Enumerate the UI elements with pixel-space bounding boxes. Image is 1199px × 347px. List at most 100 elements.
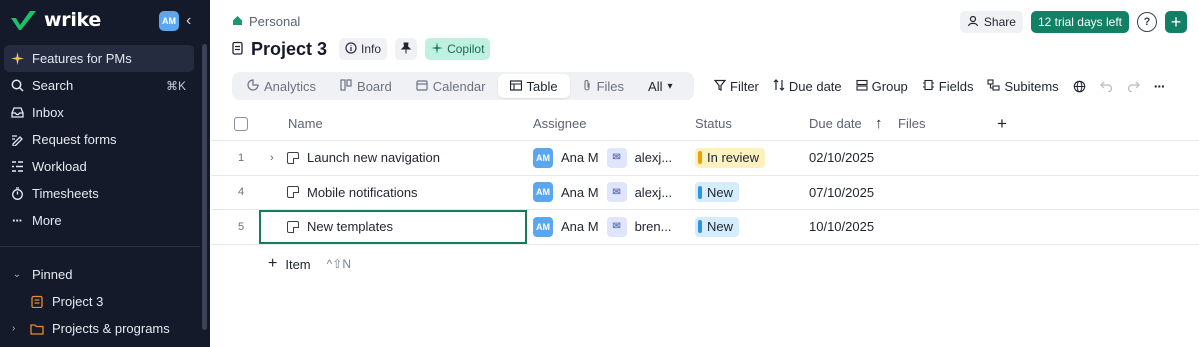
due-date-cell[interactable]: 02/10/2025 (809, 141, 909, 175)
create-new-button[interactable]: + (1165, 11, 1187, 33)
pinned-item-project-3[interactable]: Project 3 (4, 288, 194, 315)
pinned-label: Pinned (32, 267, 73, 282)
breadcrumb[interactable]: Personal (232, 14, 300, 29)
pin-button[interactable] (395, 38, 418, 60)
sidebar: wrike AM ‹ Features for PMs Search ⌘K In… (0, 0, 210, 347)
wrike-logo[interactable]: wrike (10, 9, 101, 31)
assignee-email: alexj... (634, 150, 673, 166)
tab-calendar[interactable]: Calendar (404, 74, 498, 98)
tab-table[interactable]: Table (497, 74, 570, 98)
plus-icon: + (268, 255, 278, 272)
column-header-assignee[interactable]: Assignee (533, 107, 586, 140)
breadcrumb-label: Personal (249, 14, 301, 29)
sparkle-icon (10, 52, 24, 66)
add-column-button[interactable]: + (997, 107, 1007, 140)
sidebar-item-inbox[interactable]: Inbox (4, 99, 194, 126)
status-badge[interactable]: In review (695, 147, 766, 168)
assignee-cell[interactable]: AM Ana M ✉ alexj... (533, 176, 693, 210)
logo-text: wrike (44, 9, 101, 31)
task-name-cell[interactable]: › Launch new navigation (270, 141, 527, 175)
due-date-cell[interactable]: 07/10/2025 (809, 176, 909, 210)
status-badge[interactable]: New (695, 182, 740, 203)
mail-icon: ✉ (606, 216, 627, 237)
redo-icon[interactable] (1127, 81, 1140, 92)
sidebar-scrollbar[interactable] (202, 44, 207, 330)
fields-button[interactable]: Fields (922, 79, 973, 94)
select-all-checkbox[interactable] (234, 116, 248, 131)
table-row[interactable]: 1 › Launch new navigation AM Ana M ✉ ale… (211, 141, 1199, 176)
group-icon (856, 79, 868, 94)
sidebar-item-label: Request forms (32, 132, 117, 147)
assignee-cell[interactable]: AM Ana M ✉ alexj... (533, 141, 693, 175)
group-button[interactable]: Group (856, 79, 908, 94)
tab-all-dropdown[interactable]: All ▾ (636, 74, 684, 98)
assignee-name: Ana M (561, 184, 599, 200)
tab-files[interactable]: Files (570, 74, 636, 98)
column-header-name[interactable]: Name (288, 107, 323, 140)
sidebar-divider (0, 246, 200, 247)
filter-button[interactable]: Filter (713, 79, 759, 94)
sidebar-item-timesheets[interactable]: Timesheets (4, 180, 194, 207)
page-title[interactable]: Project 3 (251, 39, 327, 60)
more-options-icon[interactable]: ··· (1154, 78, 1166, 94)
add-item-button[interactable]: + Item ^⇧N (268, 255, 351, 273)
sidebar-item-label: Workload (32, 159, 87, 174)
due-date-sort-button[interactable]: Due date (773, 79, 842, 94)
add-item-shortcut: ^⇧N (326, 257, 351, 271)
subitems-button[interactable]: Subitems (987, 79, 1059, 94)
table-header: Name Assignee Status Due date ↑ Files + (211, 107, 1199, 141)
copilot-button[interactable]: Copilot (425, 38, 491, 60)
pinned-item-projects-programs[interactable]: › Projects & programs (4, 315, 194, 342)
more-icon: ··· (12, 213, 23, 228)
trial-days-button[interactable]: 12 trial days left (1030, 11, 1129, 33)
row-number: 4 (237, 186, 245, 199)
status-badge[interactable]: New (695, 216, 740, 237)
status-label: New (707, 184, 734, 200)
share-button[interactable]: Share (959, 11, 1023, 33)
task-name-cell[interactable]: Mobile notifications (273, 176, 527, 210)
task-name-cell[interactable]: New templates (259, 210, 527, 244)
column-header-status[interactable]: Status (695, 107, 732, 140)
view-tabs: Analytics Board Calendar Table Files All… (232, 72, 694, 100)
sidebar-item-search[interactable]: Search ⌘K (4, 72, 194, 99)
group-label: Group (871, 78, 908, 94)
undo-icon[interactable] (1099, 81, 1113, 92)
sort-ascending-icon[interactable]: ↑ (875, 107, 883, 140)
tab-board[interactable]: Board (328, 74, 404, 98)
tab-label: Table (526, 78, 558, 94)
paperclip-icon (582, 79, 592, 94)
sidebar-item-features[interactable]: Features for PMs (4, 45, 194, 72)
row-number: 1 (237, 151, 245, 164)
status-cell[interactable]: New (695, 210, 805, 244)
status-color-bar (698, 151, 702, 165)
user-avatar[interactable]: AM (159, 11, 179, 31)
table-row[interactable]: 4 Mobile notifications AM Ana M ✉ alexj.… (211, 176, 1199, 210)
due-date-cell[interactable]: 10/10/2025 (809, 210, 909, 244)
pinned-item-label: Project 3 (52, 294, 104, 309)
info-icon (345, 41, 357, 57)
chevron-right-icon[interactable]: › (12, 323, 15, 334)
chevron-right-icon[interactable]: › (270, 152, 274, 164)
pinned-section-header[interactable]: ⌄ Pinned (4, 261, 194, 288)
sidebar-item-more[interactable]: ··· More (4, 207, 194, 234)
tab-analytics[interactable]: Analytics (235, 74, 328, 98)
search-shortcut: ⌘K (165, 78, 186, 93)
pinned-item-label: Projects & programs (52, 321, 170, 336)
status-cell[interactable]: In review (695, 141, 805, 175)
status-cell[interactable]: New (695, 176, 805, 210)
sidebar-item-request-forms[interactable]: Request forms (4, 126, 194, 153)
globe-icon[interactable] (1073, 80, 1086, 93)
info-button[interactable]: Info (339, 38, 388, 60)
assignee-name: Ana M (561, 219, 599, 235)
collapse-sidebar-icon[interactable]: ‹ (186, 12, 200, 30)
sidebar-item-label: More (32, 213, 62, 228)
column-header-due-date[interactable]: Due date (809, 107, 862, 140)
help-icon[interactable]: ? (1137, 12, 1157, 32)
mail-icon: ✉ (606, 182, 627, 203)
column-header-files[interactable]: Files (898, 107, 925, 140)
home-icon (232, 14, 243, 29)
sidebar-item-workload[interactable]: Workload (4, 153, 194, 180)
select-all-cell[interactable] (211, 107, 271, 140)
assignee-cell[interactable]: AM Ana M ✉ bren... (533, 210, 693, 244)
table-row[interactable]: 5 New templates AM Ana M ✉ bren... New 1… (211, 210, 1199, 245)
